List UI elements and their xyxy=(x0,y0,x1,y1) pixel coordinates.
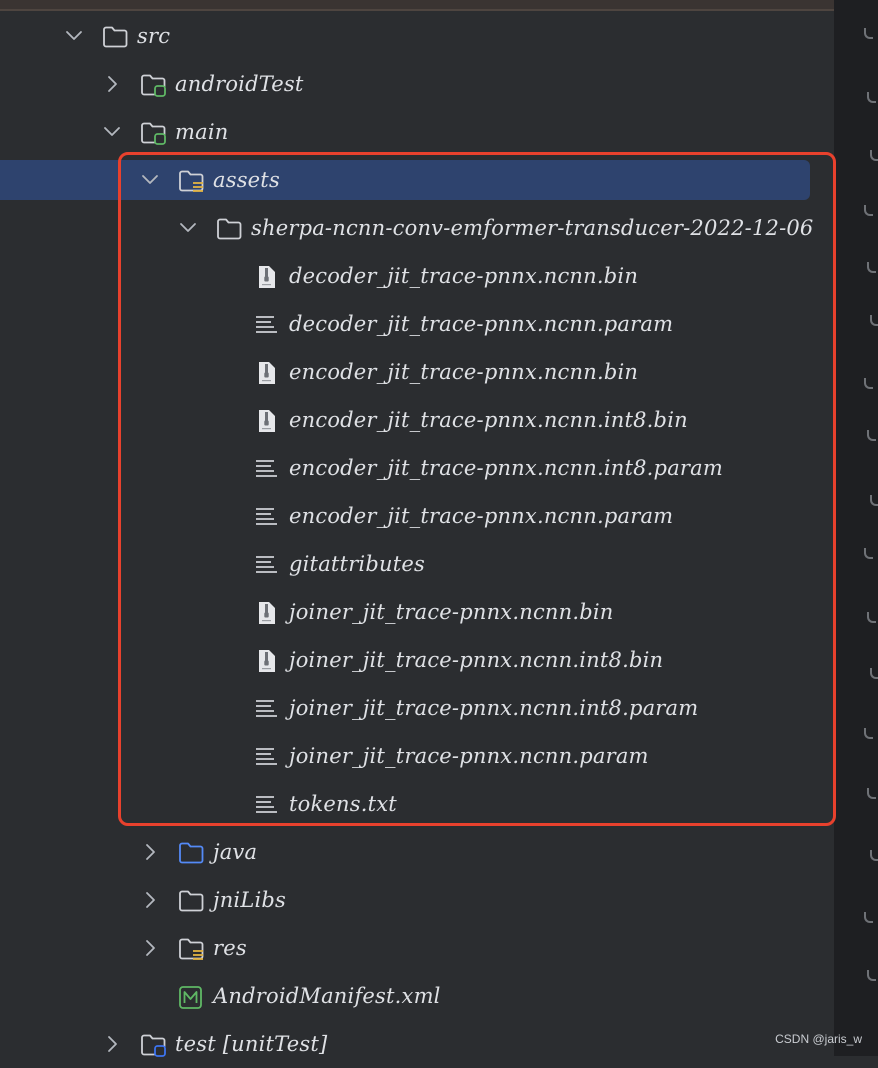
binary-file-icon xyxy=(253,648,281,674)
gutter-fold-mark xyxy=(867,430,876,441)
tree-row-label: encoder_jit_trace-pnnx.ncnn.bin xyxy=(289,360,639,384)
tree-row-assets[interactable]: assets xyxy=(0,156,834,204)
text-file-icon xyxy=(253,456,281,482)
text-file-icon xyxy=(253,504,281,530)
tree-row-label: decoder_jit_trace-pnnx.ncnn.param xyxy=(289,312,674,336)
tree-row-label: java xyxy=(213,840,258,864)
tree-row-label: joiner_jit_trace-pnnx.ncnn.int8.param xyxy=(289,696,699,720)
gutter-fold-mark xyxy=(864,548,873,559)
tree-row-test[interactable]: test [unitTest] xyxy=(0,1020,834,1068)
tree-row-label: jniLibs xyxy=(213,888,287,912)
tree-row-label: assets xyxy=(213,168,280,192)
gutter-fold-mark xyxy=(864,912,873,923)
selection-highlight xyxy=(0,160,810,200)
gutter-fold-mark xyxy=(870,850,878,861)
chevron-down-icon[interactable] xyxy=(178,218,198,238)
chevron-right-icon[interactable] xyxy=(140,842,160,862)
gutter-fold-mark xyxy=(867,92,876,103)
chevron-right-icon[interactable] xyxy=(140,890,160,910)
gutter-fold-mark xyxy=(864,28,873,39)
gutter-fold-mark xyxy=(864,378,873,389)
chevron-right-icon[interactable] xyxy=(140,938,160,958)
chevron-down-icon[interactable] xyxy=(102,122,122,142)
gutter-fold-mark xyxy=(870,150,878,161)
binary-file-icon xyxy=(253,360,281,386)
text-file-icon xyxy=(253,552,281,578)
tree-row-label: encoder_jit_trace-pnnx.ncnn.int8.bin xyxy=(289,408,688,432)
text-file-icon xyxy=(253,792,281,818)
text-file-icon xyxy=(253,744,281,770)
editor-gutter-strip xyxy=(834,0,878,1056)
tree-row-label: androidTest xyxy=(175,72,304,96)
tree-row-label: encoder_jit_trace-pnnx.ncnn.int8.param xyxy=(289,456,723,480)
text-file-icon xyxy=(253,312,281,338)
tree-row-label: AndroidManifest.xml xyxy=(213,984,441,1008)
tree-row-jniLibs[interactable]: jniLibs xyxy=(0,876,834,924)
gutter-fold-mark xyxy=(870,315,878,326)
tree-row-label: test [unitTest] xyxy=(175,1032,328,1056)
tree-row-f10[interactable]: joiner_jit_trace-pnnx.ncnn.int8.param xyxy=(0,684,834,732)
tree-row-label: res xyxy=(213,936,247,960)
tree-row-f1[interactable]: decoder_jit_trace-pnnx.ncnn.bin xyxy=(0,252,834,300)
tree-row-f3[interactable]: encoder_jit_trace-pnnx.ncnn.bin xyxy=(0,348,834,396)
tree-row-res[interactable]: res xyxy=(0,924,834,972)
tree-row-label: decoder_jit_trace-pnnx.ncnn.bin xyxy=(289,264,639,288)
test-folder-icon xyxy=(139,72,167,98)
gutter-fold-mark xyxy=(867,970,876,981)
tree-row-f12[interactable]: tokens.txt xyxy=(0,780,834,828)
resource-folder-icon xyxy=(177,168,205,194)
tree-row-java[interactable]: java xyxy=(0,828,834,876)
tree-row-f11[interactable]: joiner_jit_trace-pnnx.ncnn.param xyxy=(0,732,834,780)
gutter-fold-mark xyxy=(870,668,878,679)
tree-row-main[interactable]: main xyxy=(0,108,834,156)
binary-file-icon xyxy=(253,264,281,290)
tree-row-androidTest[interactable]: androidTest xyxy=(0,60,834,108)
tree-row-f5[interactable]: encoder_jit_trace-pnnx.ncnn.int8.param xyxy=(0,444,834,492)
tree-row-label: joiner_jit_trace-pnnx.ncnn.param xyxy=(289,744,649,768)
tree-row-f6[interactable]: encoder_jit_trace-pnnx.ncnn.param xyxy=(0,492,834,540)
top-edge-strip xyxy=(0,0,834,11)
tree-row-sherpa[interactable]: sherpa-ncnn-conv-emformer-transducer-202… xyxy=(0,204,834,252)
gutter-fold-mark xyxy=(867,612,876,623)
folder-icon xyxy=(215,216,243,242)
source-set-folder-icon xyxy=(139,120,167,146)
unit-test-folder-icon xyxy=(139,1032,167,1058)
gutter-fold-mark xyxy=(867,262,876,273)
manifest-file-icon xyxy=(177,984,205,1010)
gutter-fold-mark xyxy=(867,788,876,799)
tree-row-label: joiner_jit_trace-pnnx.ncnn.bin xyxy=(289,600,614,624)
tree-row-f7[interactable]: gitattributes xyxy=(0,540,834,588)
resource-folder-icon xyxy=(177,936,205,962)
chevron-right-icon[interactable] xyxy=(102,1034,122,1054)
tree-row-f8[interactable]: joiner_jit_trace-pnnx.ncnn.bin xyxy=(0,588,834,636)
chevron-down-icon[interactable] xyxy=(140,170,160,190)
gutter-fold-mark xyxy=(864,728,873,739)
tree-row-label: src xyxy=(137,24,171,48)
tree-row-label: gitattributes xyxy=(289,552,425,576)
watermark-text: CSDN @jaris_w xyxy=(775,1032,862,1046)
tree-row-f9[interactable]: joiner_jit_trace-pnnx.ncnn.int8.bin xyxy=(0,636,834,684)
tree-row-manifest[interactable]: AndroidManifest.xml xyxy=(0,972,834,1020)
project-tree-panel[interactable]: src androidTest main assets sherpa-ncnn-conv… xyxy=(0,11,834,1057)
binary-file-icon xyxy=(253,408,281,434)
tree-row-f4[interactable]: encoder_jit_trace-pnnx.ncnn.int8.bin xyxy=(0,396,834,444)
chevron-right-icon[interactable] xyxy=(102,74,122,94)
tree-row-src[interactable]: src xyxy=(0,12,834,60)
gutter-fold-mark xyxy=(864,205,873,216)
folder-icon xyxy=(177,888,205,914)
gutter-fold-mark xyxy=(870,495,878,506)
tree-row-label: main xyxy=(175,120,229,144)
tree-row-label: sherpa-ncnn-conv-emformer-transducer-202… xyxy=(251,216,814,240)
tree-row-label: joiner_jit_trace-pnnx.ncnn.int8.bin xyxy=(289,648,664,672)
folder-icon xyxy=(101,24,129,50)
source-folder-icon xyxy=(177,840,205,866)
tree-row-f2[interactable]: decoder_jit_trace-pnnx.ncnn.param xyxy=(0,300,834,348)
binary-file-icon xyxy=(253,600,281,626)
chevron-down-icon[interactable] xyxy=(64,26,84,46)
text-file-icon xyxy=(253,696,281,722)
tree-row-label: encoder_jit_trace-pnnx.ncnn.param xyxy=(289,504,674,528)
tree-row-label: tokens.txt xyxy=(289,792,397,816)
